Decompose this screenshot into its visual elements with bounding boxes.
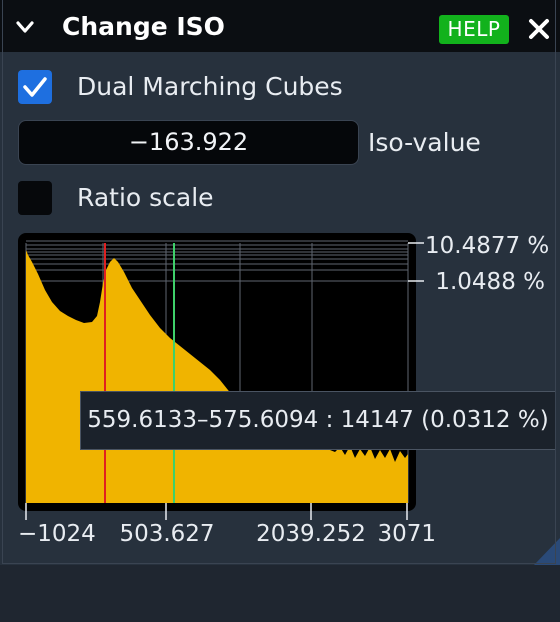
histogram-area: 10.4877 % 1.0488 % −1024 503.627 2039.25…	[0, 0, 560, 565]
resize-handle-icon[interactable]	[520, 520, 560, 565]
right-label-mid: 1.0488 %	[435, 269, 545, 295]
histogram-tooltip: 559.6133–575.6094 : 14147 (0.0312 %)	[80, 391, 556, 450]
x-tick-max: 3071	[377, 521, 436, 547]
x-tick-3: 2039.252	[256, 521, 366, 547]
histogram[interactable]: 10.4877 % 1.0488 % −1024 503.627 2039.25…	[0, 0, 560, 565]
panel-background-below	[0, 565, 560, 622]
right-label-max: 10.4877 %	[425, 233, 549, 259]
x-tick-2: 503.627	[119, 521, 214, 547]
x-tick-min: −1024	[18, 521, 96, 547]
